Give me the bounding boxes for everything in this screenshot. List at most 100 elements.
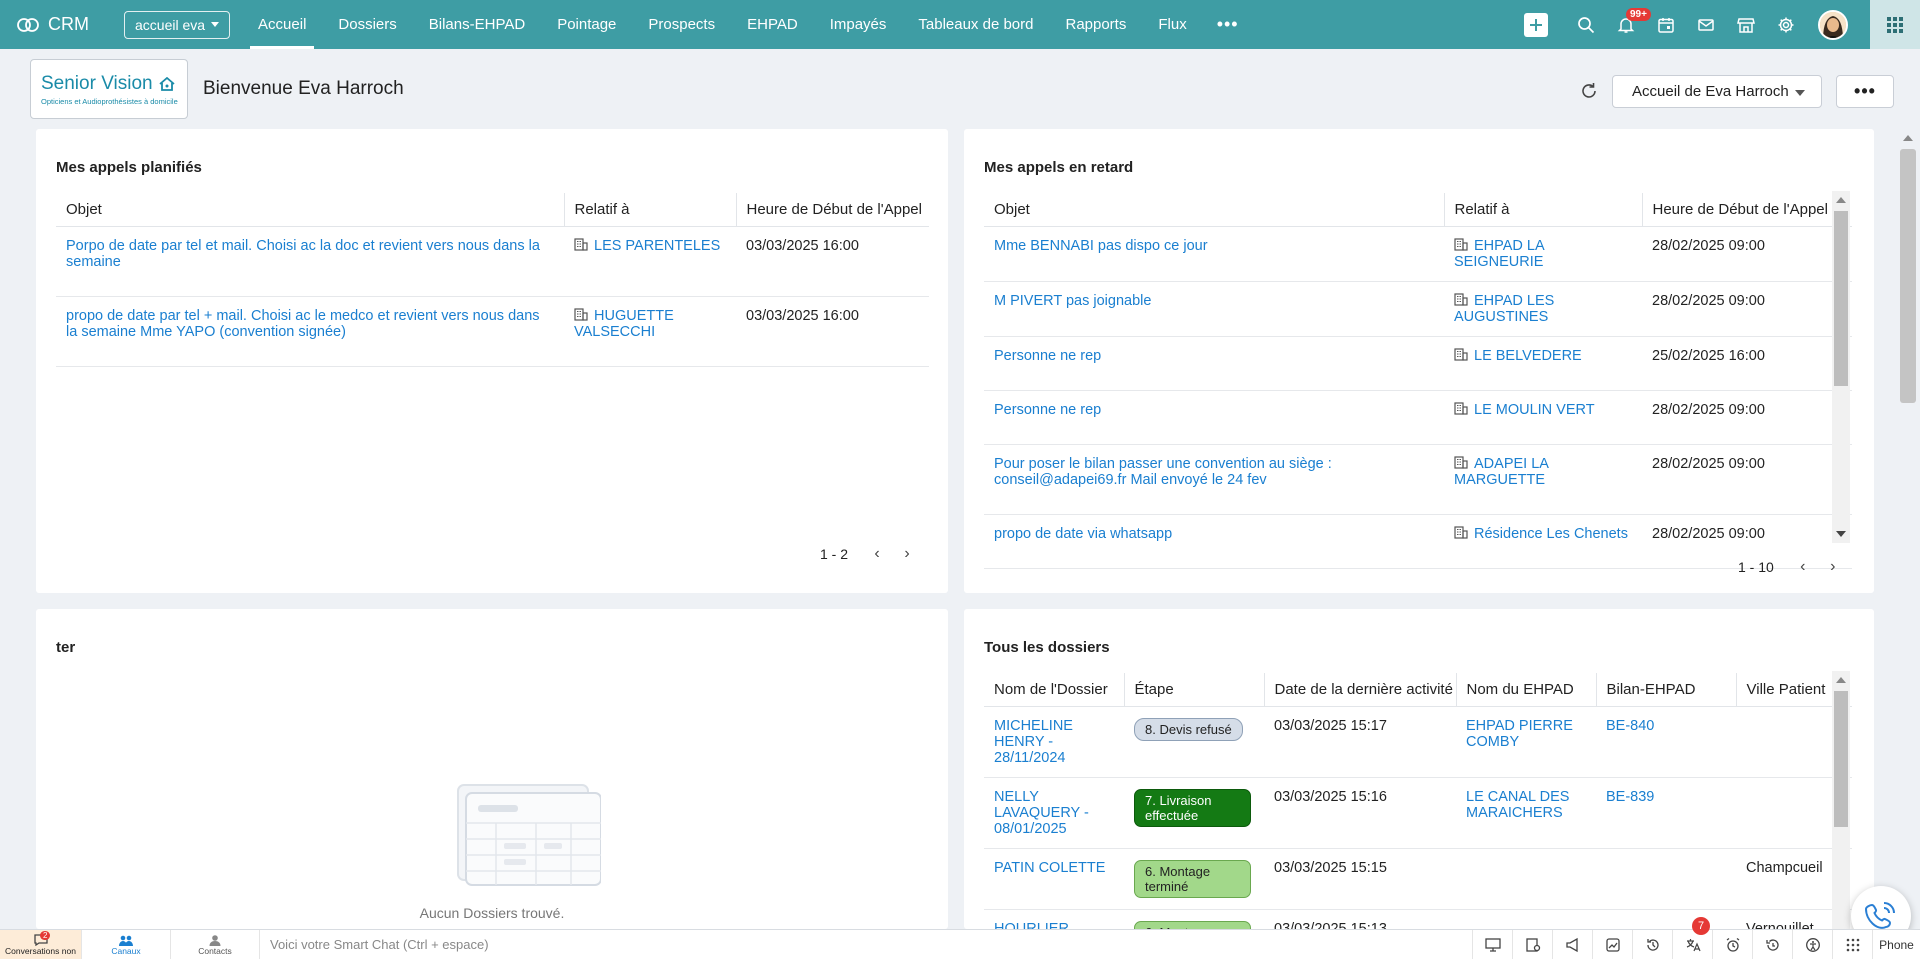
- file-name-link[interactable]: HOURLIER: [994, 921, 1069, 930]
- column-header[interactable]: Nom du EHPAD: [1456, 673, 1597, 707]
- history-button[interactable]: [1632, 930, 1672, 959]
- file-name-link[interactable]: PATIN COLETTE: [994, 860, 1105, 876]
- scroll-up-icon[interactable]: [1903, 135, 1913, 141]
- calendar-button[interactable]: [1646, 0, 1686, 49]
- scroll-thumb[interactable]: [1834, 691, 1848, 827]
- scroll-thumb[interactable]: [1900, 149, 1916, 403]
- tab-flux[interactable]: Flux: [1142, 0, 1202, 49]
- column-header[interactable]: Heure de Début de l'Appel: [1642, 193, 1852, 227]
- prev-page-button[interactable]: ‹: [1788, 558, 1818, 576]
- call-subject-link[interactable]: Personne ne rep: [994, 402, 1101, 418]
- related-to-link[interactable]: LES PARENTELES: [574, 238, 720, 254]
- column-header[interactable]: Objet: [56, 193, 565, 227]
- marketplace-button[interactable]: [1726, 0, 1766, 49]
- next-page-button[interactable]: ›: [1818, 558, 1848, 576]
- table-row: M PIVERT pas joignable EHPAD LES AUGUSTIN…: [984, 281, 1852, 337]
- column-header[interactable]: Bilan-EHPAD: [1596, 673, 1737, 707]
- scroll-up-icon[interactable]: [1836, 677, 1846, 683]
- ehpad-link[interactable]: EHPAD PIERRE COMBY: [1466, 718, 1573, 750]
- file-name-link[interactable]: MICHELINE HENRY - 28/11/2024: [994, 718, 1073, 766]
- smart-chat-input[interactable]: Voici votre Smart Chat (Ctrl + espace): [270, 937, 1472, 952]
- phone-button[interactable]: Phone: [1872, 930, 1920, 959]
- notifications-button[interactable]: 99+: [1606, 0, 1651, 49]
- related-to-link[interactable]: ADAPEI LA MARGUETTE: [1454, 456, 1548, 488]
- user-avatar[interactable]: [1818, 9, 1848, 40]
- tab-accueil[interactable]: Accueil: [242, 0, 322, 49]
- create-button[interactable]: [1524, 12, 1548, 37]
- contacts-button[interactable]: Contacts: [171, 930, 260, 959]
- tab-rapports[interactable]: Rapports: [1049, 0, 1142, 49]
- column-header[interactable]: Relatif à: [564, 193, 737, 227]
- related-to-link[interactable]: EHPAD LA SEIGNEURIE: [1454, 238, 1544, 270]
- call-subject-link[interactable]: propo de date via whatsapp: [994, 526, 1172, 542]
- chevron-down-icon: [1795, 90, 1805, 96]
- empty-dossiers-panel: ter Aucun Dossiers trouvé.: [36, 609, 948, 929]
- tab-impayes[interactable]: Impayés: [814, 0, 903, 49]
- tab-dossiers[interactable]: Dossiers: [322, 0, 412, 49]
- page-scrollbar[interactable]: [1896, 129, 1920, 929]
- more-tabs-button[interactable]: •••: [1203, 0, 1253, 49]
- related-to-link[interactable]: Résidence Les Chenets: [1454, 526, 1628, 542]
- reminders-button[interactable]: [1712, 930, 1752, 959]
- table-scrollbar[interactable]: [1832, 191, 1850, 543]
- scroll-thumb[interactable]: [1834, 211, 1848, 386]
- conversations-label: Conversations non: [5, 945, 76, 956]
- call-subject-link[interactable]: propo de date par tel + mail. Choisi ac …: [66, 308, 540, 340]
- tab-bilans-ehpad[interactable]: Bilans-EHPAD: [413, 0, 541, 49]
- announce-button[interactable]: [1552, 930, 1592, 959]
- column-header[interactable]: Heure de Début de l'Appel: [736, 193, 929, 227]
- bilan-link[interactable]: BE-839: [1606, 789, 1654, 805]
- analytics-button[interactable]: [1592, 930, 1632, 959]
- home-view-select[interactable]: Accueil de Eva Harroch: [1612, 75, 1822, 108]
- column-header[interactable]: Relatif à: [1444, 193, 1643, 227]
- brand[interactable]: CRM: [16, 14, 98, 35]
- module-select[interactable]: accueil eva: [124, 10, 231, 39]
- scroll-down-icon[interactable]: [1836, 531, 1846, 537]
- canaux-button[interactable]: Canaux: [82, 930, 171, 959]
- tab-ehpad[interactable]: EHPAD: [731, 0, 814, 49]
- column-header[interactable]: Nom de l'Dossier: [984, 673, 1125, 707]
- conversations-badge: 2: [40, 931, 51, 940]
- tab-pointage[interactable]: Pointage: [541, 0, 632, 49]
- refresh-icon[interactable]: [1578, 80, 1600, 102]
- call-subject-link[interactable]: Porpo de date par tel et mail. Choisi ac…: [66, 238, 540, 270]
- related-to-link[interactable]: LE MOULIN VERT: [1454, 402, 1595, 418]
- accessibility-button[interactable]: [1792, 930, 1832, 959]
- page-count: 1 - 2: [820, 546, 849, 562]
- related-to-link[interactable]: HUGUETTE VALSECCHI: [574, 308, 674, 340]
- column-header[interactable]: Date de la dernière activité: [1264, 673, 1457, 707]
- ehpad-link[interactable]: LE CANAL DES MARAICHERS: [1466, 789, 1569, 821]
- tab-tableaux-de-bord[interactable]: Tableaux de bord: [902, 0, 1049, 49]
- mail-button[interactable]: [1686, 0, 1726, 49]
- tab-prospects[interactable]: Prospects: [632, 0, 731, 49]
- call-subject-link[interactable]: Pour poser le bilan passer une conventio…: [994, 456, 1332, 488]
- more-options-button[interactable]: •••: [1836, 75, 1894, 108]
- screen-share-button[interactable]: [1472, 930, 1512, 959]
- page-title: Bienvenue Eva Harroch: [203, 78, 404, 99]
- search-button[interactable]: [1566, 0, 1606, 49]
- dialpad-button[interactable]: [1832, 930, 1872, 959]
- planned-calls-panel: Mes appels planifiés Objet Relatif à Heu…: [36, 129, 948, 593]
- related-to-link[interactable]: LE BELVEDERE: [1454, 348, 1582, 364]
- conversations-button[interactable]: 2 Conversations non: [0, 930, 82, 959]
- scroll-up-icon[interactable]: [1836, 197, 1846, 203]
- accessibility-icon: [1805, 937, 1820, 952]
- related-to-link[interactable]: EHPAD LES AUGUSTINES: [1454, 293, 1554, 325]
- call-subject-link[interactable]: M PIVERT pas joignable: [994, 293, 1151, 309]
- call-subject-link[interactable]: Mme BENNABI pas dispo ce jour: [994, 238, 1208, 254]
- settings-button[interactable]: [1766, 0, 1806, 49]
- column-header[interactable]: Étape: [1124, 673, 1265, 707]
- records-button[interactable]: [1512, 930, 1552, 959]
- prev-page-button[interactable]: ‹: [862, 545, 892, 563]
- bilan-link[interactable]: BE-840: [1606, 718, 1654, 734]
- call-subject-link[interactable]: Personne ne rep: [994, 348, 1101, 364]
- translate-button[interactable]: [1672, 930, 1712, 959]
- table-row: MICHELINE HENRY - 28/11/2024 8. Devis ref…: [984, 706, 1852, 778]
- file-name-link[interactable]: NELLY LAVAQUERY - 08/01/2025: [994, 789, 1089, 837]
- apps-grid-button[interactable]: [1870, 0, 1920, 49]
- table-scrollbar[interactable]: [1832, 671, 1850, 929]
- next-page-button[interactable]: ›: [892, 545, 922, 563]
- recent-button[interactable]: [1752, 930, 1792, 959]
- late-calls-table: Objet Relatif à Heure de Début de l'Appe…: [984, 193, 1852, 569]
- column-header[interactable]: Objet: [984, 193, 1445, 227]
